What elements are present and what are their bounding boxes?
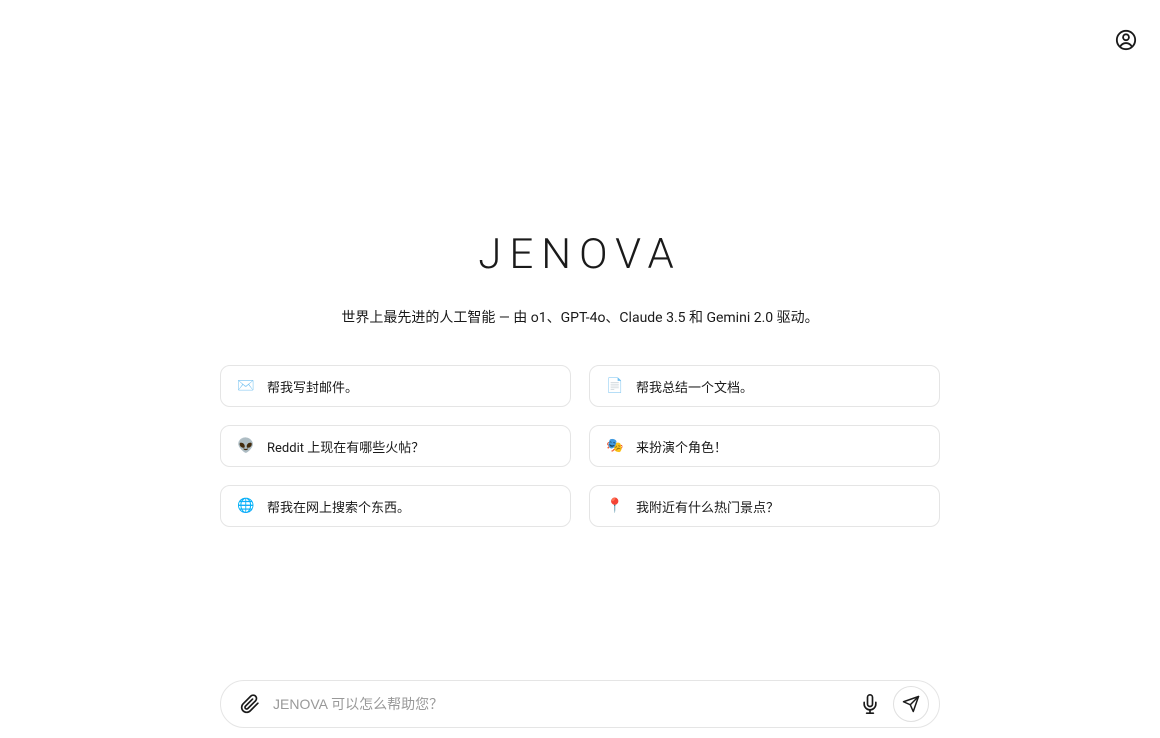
pin-icon: 📍 [606,497,624,515]
attach-button[interactable] [239,693,261,715]
send-button[interactable] [893,686,929,722]
email-icon: ✉️ [237,377,255,395]
chat-input-bar [220,680,940,728]
suggestion-reddit[interactable]: 👽 Reddit 上现在有哪些火帖？ [220,425,571,467]
tagline-text: 世界上最先进的人工智能 — 由 o1、GPT-4o、Claude 3.5 和 G… [341,307,818,327]
suggestion-label: 帮我在网上搜索个东西。 [267,497,410,516]
app-logo: JENOVA [478,230,682,279]
mask-icon: 🎭 [606,437,624,455]
suggestion-roleplay[interactable]: 🎭 来扮演个角色！ [589,425,940,467]
suggestions-grid: ✉️ 帮我写封邮件。 📄 帮我总结一个文档。 👽 Reddit 上现在有哪些火帖… [220,365,940,527]
suggestion-email[interactable]: ✉️ 帮我写封邮件。 [220,365,571,407]
suggestion-label: 帮我总结一个文档。 [636,377,753,396]
document-icon: 📄 [606,377,624,395]
suggestion-label: 我附近有什么热门景点？ [636,497,779,516]
reddit-icon: 👽 [237,437,255,455]
globe-icon: 🌐 [237,497,255,515]
user-account-icon[interactable] [1114,28,1138,52]
suggestion-label: 来扮演个角色！ [636,437,727,456]
mic-button[interactable] [859,693,881,715]
suggestion-nearby[interactable]: 📍 我附近有什么热门景点？ [589,485,940,527]
suggestion-summarize[interactable]: 📄 帮我总结一个文档。 [589,365,940,407]
chat-input[interactable] [273,696,847,712]
suggestion-label: 帮我写封邮件。 [267,377,358,396]
suggestion-label: Reddit 上现在有哪些火帖？ [267,437,424,456]
suggestion-search[interactable]: 🌐 帮我在网上搜索个东西。 [220,485,571,527]
